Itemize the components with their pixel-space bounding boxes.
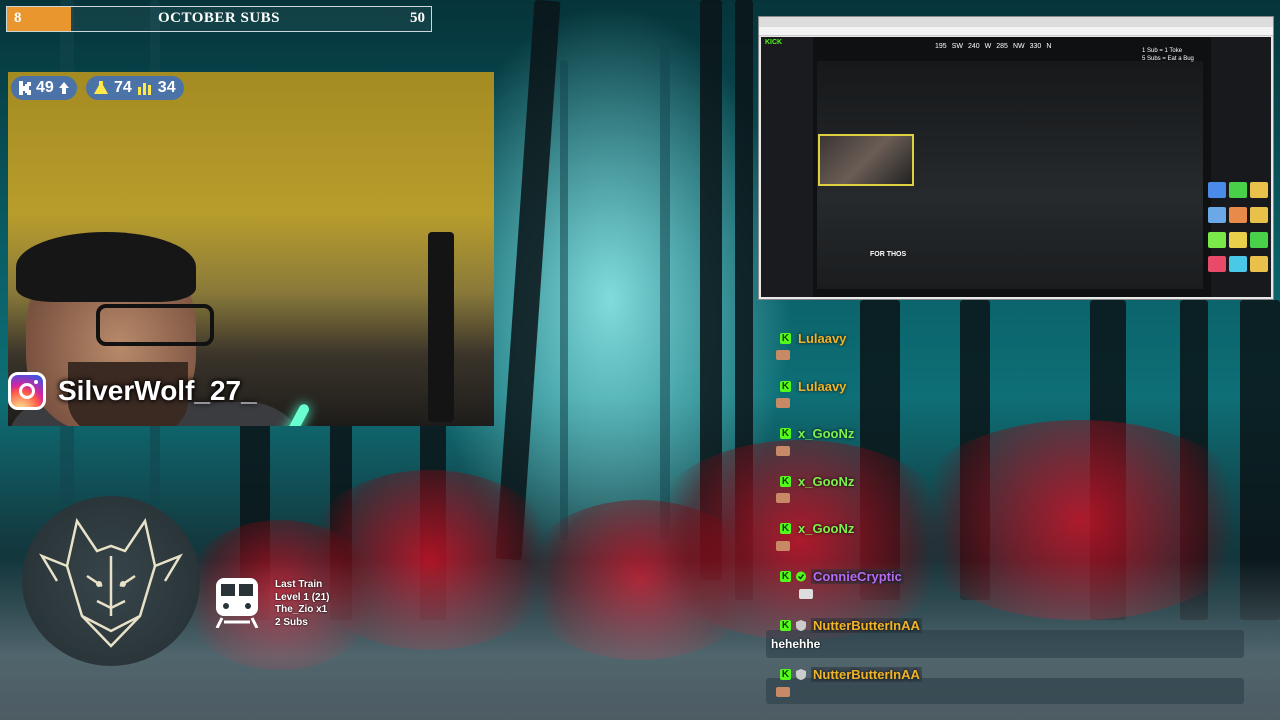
compass-tick: SW (951, 43, 963, 50)
chat-username[interactable]: x_GooNz (796, 426, 856, 441)
kick-badge-icon: K (780, 428, 791, 439)
browser-goal-text: 1 Sub = 1 Toke 5 Subs = Eat a Bug (1142, 47, 1194, 63)
bar-chart-icon (137, 83, 151, 95)
kick-k-icon (19, 81, 31, 95)
chat-username[interactable]: NutterButterInAA (811, 667, 922, 682)
sub-goal-title: OCTOBER SUBS (157, 10, 280, 26)
chat-message: K x_GooNz (780, 426, 856, 441)
kick-badge-icon: K (780, 333, 791, 344)
compass-tick: 330 (1029, 43, 1042, 50)
kick-badge-icon: K (780, 571, 791, 582)
emote-icon (799, 589, 813, 599)
emote-icon (776, 493, 790, 503)
chat-username[interactable]: x_GooNz (796, 521, 856, 536)
verified-check-icon (796, 571, 806, 582)
follower-count: 49 (36, 79, 54, 96)
emote-icon (776, 398, 790, 408)
kick-logo: KICK (765, 39, 783, 46)
chat-tile-grid (1208, 182, 1268, 278)
emote-icon (776, 687, 790, 697)
kick-badge-icon: K (780, 523, 791, 534)
chat-message: K ConnieCryptic (780, 569, 904, 584)
compass-tick: W (984, 43, 992, 50)
chat-message-highlight (766, 630, 1244, 658)
wolf-logo (22, 496, 200, 666)
kick-badge-icon: K (780, 381, 791, 392)
train-line: Level 1 (21) (275, 591, 330, 603)
kick-badge-icon: K (780, 620, 791, 631)
instagram-icon (8, 372, 46, 410)
chat-message: K x_GooNz (780, 474, 856, 489)
viewer-count: 34 (157, 79, 176, 96)
emote-icon (776, 541, 790, 551)
emote-icon (776, 446, 790, 456)
stats-pill: 74 34 (86, 76, 184, 100)
chat-username[interactable]: Lulaavy (796, 379, 848, 394)
arrow-up-icon (58, 82, 69, 94)
chat-username[interactable]: ConnieCryptic (811, 569, 904, 584)
chat-message: K x_GooNz (780, 521, 856, 536)
chat-message: K Lulaavy (780, 379, 848, 394)
user-count: 74 (114, 79, 132, 96)
compass-tick: N (1046, 43, 1052, 50)
follower-count-pill: 49 (11, 76, 77, 100)
goal-line: 1 Sub = 1 Toke (1142, 48, 1183, 54)
chat-username[interactable]: x_GooNz (796, 474, 856, 489)
train-line: The_Zio x1 (275, 604, 328, 615)
train-line: 2 Subs (275, 616, 308, 628)
kick-sidebar: KICK (761, 37, 813, 297)
hype-train-info: Last Train Level 1 (21) The_Zio x1 2 Sub… (275, 579, 329, 629)
train-line: Last Train (275, 579, 323, 590)
moderator-shield-icon (796, 669, 806, 680)
kick-badge-icon: K (780, 476, 791, 487)
instagram-handle: SilverWolf_27_ (58, 375, 257, 406)
sub-goal-target: 50 (410, 10, 425, 26)
sub-goal-bar: 8 OCTOBER SUBS 50 (6, 6, 432, 32)
instagram-tag: SilverWolf_27_ (8, 366, 257, 416)
chat-message: K NutterButterInAA (780, 667, 922, 682)
flask-icon (94, 81, 108, 94)
chat-message-text: hehehhe (771, 637, 821, 651)
compass-tick: 195 (935, 43, 947, 50)
browser-banner: FOR THOS (870, 251, 907, 258)
chat-message: K Lulaavy (780, 331, 848, 346)
kick-badge-icon: K (780, 669, 791, 680)
browser-webcam (818, 134, 914, 186)
compass-tick: 240 (967, 43, 980, 50)
compass-bar: 195 SW 240 W 285 NW 330 N (935, 43, 1051, 50)
compass-tick: 285 (996, 43, 1008, 50)
compass-tick: NW (1012, 43, 1025, 50)
chat-username[interactable]: NutterButterInAA (811, 618, 922, 633)
emote-icon (776, 350, 790, 360)
goal-line: 5 Subs = Eat a Bug (1142, 56, 1194, 62)
moderator-shield-icon (796, 620, 806, 631)
chat-username[interactable]: Lulaavy (796, 331, 848, 346)
train-icon (215, 578, 259, 628)
chat-message: K NutterButterInAA (780, 618, 922, 633)
